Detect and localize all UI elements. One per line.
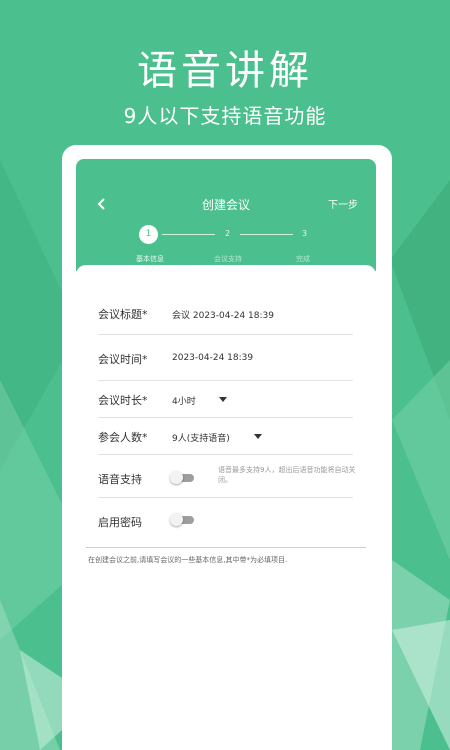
password-toggle-knob [170, 513, 183, 526]
attendees-select[interactable]: 9人(支持语音) [172, 431, 230, 444]
meeting-form: 会议标题* 会议 2023-04-24 18:39 会议时间* 2023-04-… [76, 265, 376, 750]
step-2-label: 会议支持 [214, 255, 242, 263]
phone-frame: 创建会议 下一步 1 2 3 基本信息 会议支持 完成 会议标题* 会议 202… [62, 145, 392, 750]
chevron-down-icon[interactable] [219, 397, 227, 402]
promo-title: 语音讲解 [137, 48, 313, 94]
form-row-password[interactable]: 启用密码 [98, 498, 353, 540]
step-connector-2 [240, 234, 293, 235]
voice-toggle[interactable] [170, 471, 194, 484]
duration-select[interactable]: 4小时 [172, 394, 196, 407]
password-label: 启用密码 [98, 516, 142, 529]
password-toggle[interactable] [170, 513, 194, 526]
title-input[interactable]: 会议 2023-04-24 18:39 [172, 308, 274, 321]
step-2-indicator: 2 [225, 229, 231, 238]
form-divider [86, 547, 366, 548]
step-connector-1 [162, 234, 215, 235]
form-row-title[interactable]: 会议标题* 会议 2023-04-24 18:39 [98, 289, 353, 335]
form-row-attendees[interactable]: 参会人数* 9人(支持语音) [98, 418, 353, 455]
step-1-indicator: 1 [139, 225, 158, 244]
voice-toggle-knob [170, 471, 183, 484]
step-3-label: 完成 [296, 255, 310, 263]
form-row-voice[interactable]: 语音支持 语音最多支持9人，超出后语音功能将自动关闭。 [98, 455, 355, 498]
voice-hint: 语音最多支持9人，超出后语音功能将自动关闭。 [218, 466, 356, 484]
promo-subtitle: 9人以下支持语音功能 [123, 104, 327, 128]
form-row-duration[interactable]: 会议时长* 4小时 [98, 381, 353, 418]
duration-label: 会议时长* [98, 394, 148, 407]
voice-label: 语音支持 [98, 473, 142, 486]
app-header: 创建会议 下一步 1 2 3 基本信息 会议支持 完成 [76, 159, 376, 271]
next-step-button[interactable]: 下一步 [328, 196, 358, 211]
step-3-indicator: 3 [302, 229, 308, 238]
step-1-label: 基本信息 [136, 255, 164, 263]
form-footer-note: 在创建会议之前,请填写会议的一些基本信息,其中带*为必填项目. [88, 556, 288, 564]
chevron-down-icon[interactable] [254, 434, 262, 439]
title-label: 会议标题* [98, 308, 148, 321]
attendees-label: 参会人数* [98, 431, 148, 444]
time-input[interactable]: 2023-04-24 18:39 [172, 353, 253, 363]
time-label: 会议时间* [98, 353, 148, 366]
form-row-time[interactable]: 会议时间* 2023-04-24 18:39 [98, 335, 353, 381]
